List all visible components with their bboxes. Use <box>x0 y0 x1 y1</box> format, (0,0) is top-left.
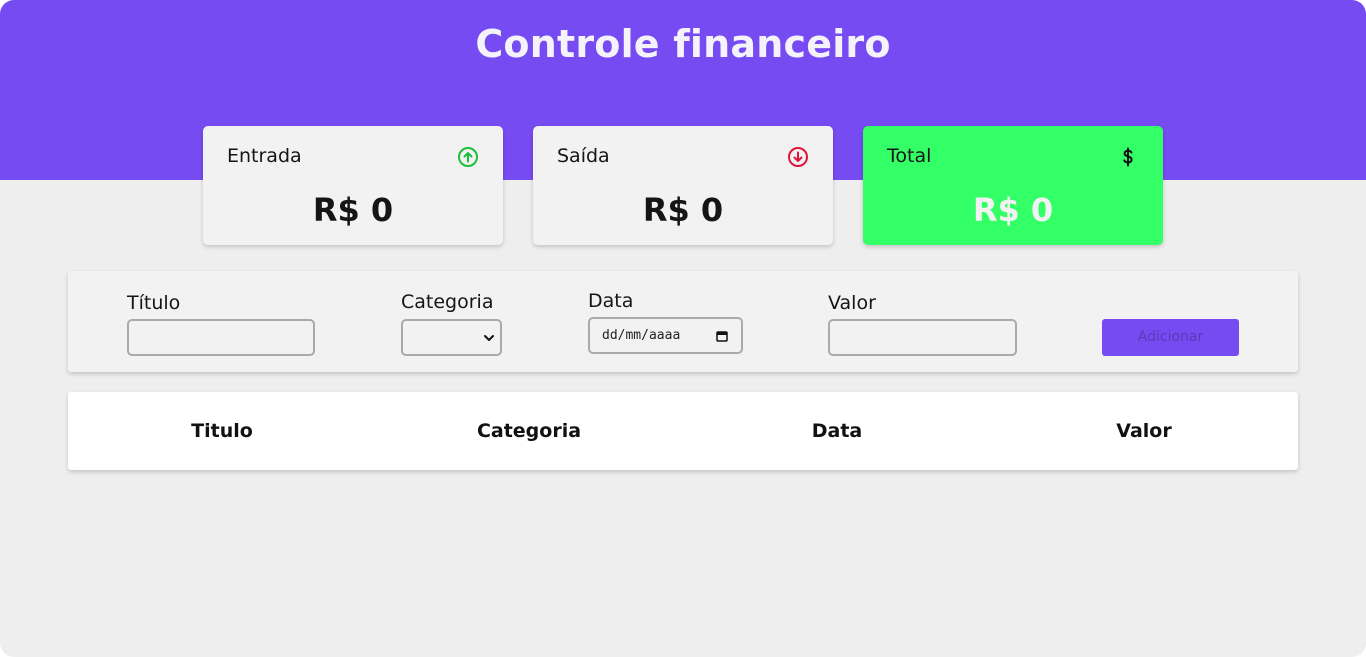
amount-input[interactable] <box>828 319 1017 356</box>
arrow-down-circle-icon <box>788 147 808 167</box>
total-value: R$ 0 <box>972 191 1054 229</box>
income-value: R$ 0 <box>312 191 394 229</box>
date-label: Data <box>588 290 634 312</box>
transactions-table: Titulo Categoria Data Valor <box>68 392 1298 470</box>
chevron-down-icon <box>484 335 494 341</box>
expense-card: Saída R$ 0 <box>533 126 833 245</box>
total-label: Total <box>887 145 932 167</box>
calendar-icon[interactable] <box>716 330 728 342</box>
income-card: Entrada R$ 0 <box>203 126 503 245</box>
page-title: Controle financeiro <box>475 22 891 66</box>
category-select[interactable] <box>401 319 502 356</box>
title-label: Título <box>127 292 181 314</box>
transaction-form: Título Categoria Data dd/mm/aaaa Valor A… <box>68 271 1298 372</box>
category-label: Categoria <box>401 291 494 313</box>
app-window: Controle financeiro Entrada R$ 0 Saída R… <box>0 0 1366 657</box>
title-input[interactable] <box>127 319 315 356</box>
dollar-icon <box>1123 147 1133 167</box>
expense-value: R$ 0 <box>642 191 724 229</box>
income-label: Entrada <box>227 145 302 167</box>
date-placeholder: dd/mm/aaaa <box>602 328 681 343</box>
column-header-amount: Valor <box>1116 420 1172 442</box>
column-header-category: Categoria <box>476 420 582 442</box>
column-header-date: Data <box>811 420 863 442</box>
amount-label: Valor <box>828 292 876 314</box>
column-header-title: Titulo <box>191 420 253 442</box>
date-input[interactable]: dd/mm/aaaa <box>588 317 743 354</box>
expense-label: Saída <box>557 145 610 167</box>
add-button[interactable]: Adicionar <box>1102 319 1239 356</box>
total-card: Total R$ 0 <box>863 126 1163 245</box>
arrow-up-circle-icon <box>458 147 478 167</box>
